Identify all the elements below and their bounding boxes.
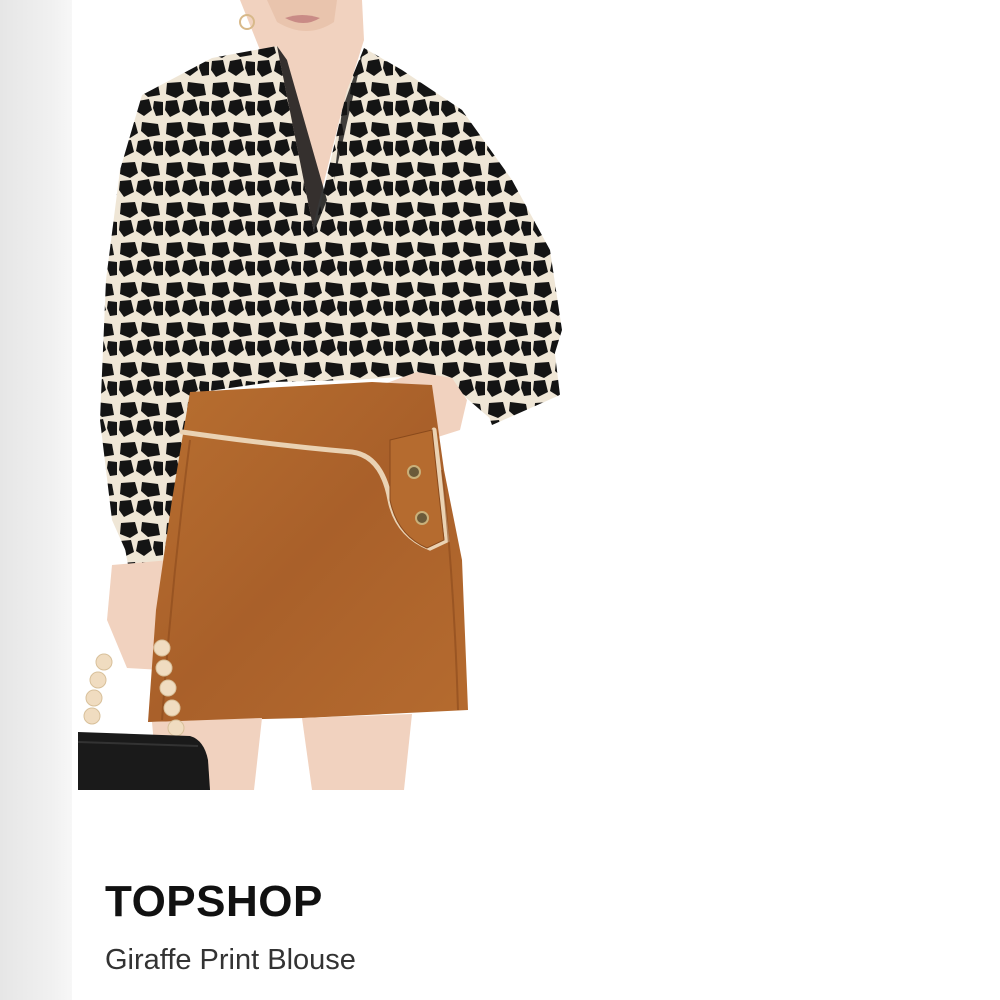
handbag [78, 732, 210, 790]
button-icon [415, 511, 429, 525]
brand-name[interactable]: TOPSHOP [105, 880, 323, 924]
product-page: TOPSHOP Giraffe Print Blouse [0, 0, 1000, 1000]
left-gutter [0, 0, 72, 1000]
product-image[interactable] [72, 0, 1000, 790]
button-icon [407, 465, 421, 479]
product-title[interactable]: Giraffe Print Blouse [105, 946, 356, 975]
leg [302, 714, 412, 790]
model-photo [77, 0, 562, 790]
